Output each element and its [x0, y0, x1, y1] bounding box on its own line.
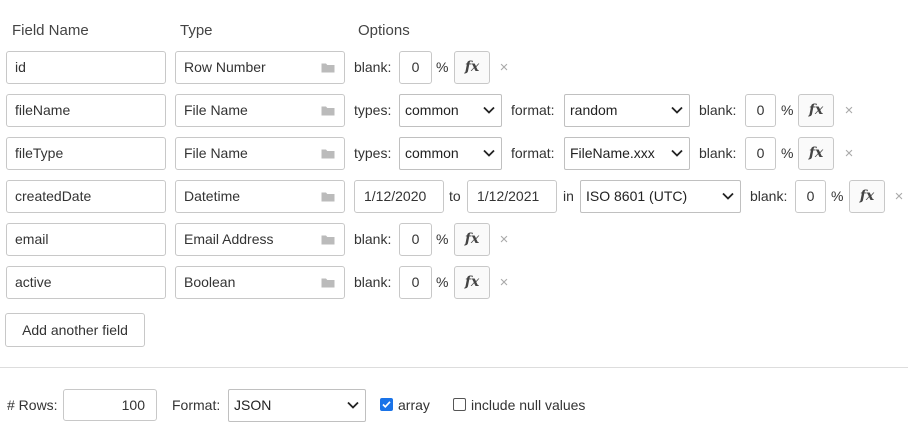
- field-row-id: id Row Number blank: 0 % fx ×: [0, 51, 908, 85]
- field-name-header: Field Name: [12, 22, 89, 39]
- remove-field-icon[interactable]: ×: [843, 137, 855, 170]
- field-type-selector[interactable]: Datetime: [175, 180, 345, 213]
- include-null-checkbox[interactable]: [453, 398, 466, 411]
- field-row-active: active Boolean blank: 0 % fx ×: [0, 266, 908, 300]
- field-type-selector[interactable]: Email Address: [175, 223, 345, 256]
- field-type-selector[interactable]: Row Number: [175, 51, 345, 84]
- chevron-down-icon: [671, 106, 683, 114]
- blank-percent-input[interactable]: 0: [399, 266, 432, 299]
- blank-percent-input[interactable]: 0: [795, 180, 826, 213]
- formula-button[interactable]: fx: [454, 223, 490, 256]
- output-format-select[interactable]: JSON: [228, 389, 366, 422]
- blank-label: blank:: [750, 188, 788, 204]
- types-select[interactable]: common: [399, 94, 502, 127]
- field-type-label: Row Number: [184, 59, 266, 75]
- folder-icon: [321, 149, 335, 159]
- date-format-select[interactable]: ISO 8601 (UTC): [580, 180, 741, 213]
- types-label: types:: [354, 102, 392, 118]
- remove-field-icon[interactable]: ×: [893, 180, 905, 213]
- folder-icon: [321, 106, 335, 116]
- folder-icon: [321, 192, 335, 202]
- checkmark-icon: [382, 401, 391, 409]
- formula-button[interactable]: fx: [454, 51, 490, 84]
- date-format-in-label: in: [563, 188, 574, 204]
- blank-percent-input[interactable]: 0: [745, 94, 776, 127]
- remove-field-icon[interactable]: ×: [843, 94, 855, 127]
- array-checkbox[interactable]: [380, 398, 393, 411]
- chevron-down-icon: [483, 149, 495, 157]
- remove-field-icon[interactable]: ×: [498, 223, 510, 256]
- blank-percent-input[interactable]: 0: [399, 51, 432, 84]
- field-type-selector[interactable]: File Name: [175, 137, 345, 170]
- field-name-input[interactable]: id: [6, 51, 166, 84]
- field-type-selector[interactable]: Boolean: [175, 266, 345, 299]
- date-to-label: to: [449, 188, 461, 204]
- types-label: types:: [354, 145, 392, 161]
- add-field-button[interactable]: Add another field: [5, 313, 145, 347]
- field-name-input[interactable]: fileName: [6, 94, 166, 127]
- date-to-input[interactable]: 1/12/2021: [467, 180, 557, 213]
- formula-button[interactable]: fx: [798, 94, 834, 127]
- percent-sign: %: [831, 188, 844, 204]
- field-row-filetype: fileType File Name types: common format:…: [0, 137, 908, 171]
- chevron-down-icon: [347, 401, 359, 409]
- array-label: array: [398, 397, 430, 413]
- format-label: Format:: [172, 397, 221, 413]
- percent-sign: %: [781, 145, 794, 161]
- blank-label: blank:: [354, 59, 392, 75]
- types-select-value: common: [405, 102, 459, 118]
- format-select-value: FileName.xxx: [570, 145, 655, 161]
- field-name-input[interactable]: email: [6, 223, 166, 256]
- types-select-value: common: [405, 145, 459, 161]
- field-type-label: Datetime: [184, 188, 241, 204]
- percent-sign: %: [436, 231, 449, 247]
- blank-percent-input[interactable]: 0: [745, 137, 776, 170]
- field-row-filename: fileName File Name types: common format:…: [0, 94, 908, 128]
- field-name-input[interactable]: fileType: [6, 137, 166, 170]
- type-header: Type: [180, 22, 213, 39]
- field-type-label: Boolean: [184, 274, 236, 290]
- formula-button[interactable]: fx: [849, 180, 885, 213]
- rows-label: # Rows:: [7, 397, 58, 413]
- percent-sign: %: [436, 274, 449, 290]
- field-type-label: Email Address: [184, 231, 274, 247]
- date-from-input[interactable]: 1/12/2020: [354, 180, 444, 213]
- output-format-value: JSON: [234, 397, 272, 413]
- blank-label: blank:: [699, 102, 737, 118]
- rows-count-input[interactable]: 100: [63, 389, 157, 421]
- format-select[interactable]: random: [564, 94, 690, 127]
- chevron-down-icon: [671, 149, 683, 157]
- section-divider: [0, 367, 908, 368]
- field-row-email: email Email Address blank: 0 % fx ×: [0, 223, 908, 257]
- formula-button[interactable]: fx: [454, 266, 490, 299]
- percent-sign: %: [436, 59, 449, 75]
- format-select-value: random: [570, 102, 618, 118]
- format-label: format:: [511, 102, 555, 118]
- folder-icon: [321, 235, 335, 245]
- remove-field-icon[interactable]: ×: [498, 266, 510, 299]
- field-type-label: File Name: [184, 145, 248, 161]
- field-name-input[interactable]: createdDate: [6, 180, 166, 213]
- blank-label: blank:: [354, 231, 392, 247]
- chevron-down-icon: [722, 192, 734, 200]
- blank-label: blank:: [699, 145, 737, 161]
- date-format-select-value: ISO 8601 (UTC): [586, 188, 688, 204]
- field-row-createddate: createdDate Datetime 1/12/2020 to 1/12/2…: [0, 180, 908, 214]
- formula-button[interactable]: fx: [798, 137, 834, 170]
- remove-field-icon[interactable]: ×: [498, 51, 510, 84]
- format-label: format:: [511, 145, 555, 161]
- folder-icon: [321, 63, 335, 73]
- percent-sign: %: [781, 102, 794, 118]
- field-type-label: File Name: [184, 102, 248, 118]
- chevron-down-icon: [483, 106, 495, 114]
- include-null-label: include null values: [471, 397, 586, 413]
- types-select[interactable]: common: [399, 137, 502, 170]
- field-name-input[interactable]: active: [6, 266, 166, 299]
- blank-percent-input[interactable]: 0: [399, 223, 432, 256]
- field-type-selector[interactable]: File Name: [175, 94, 345, 127]
- format-select[interactable]: FileName.xxx: [564, 137, 690, 170]
- options-header: Options: [358, 22, 410, 39]
- blank-label: blank:: [354, 274, 392, 290]
- folder-icon: [321, 278, 335, 288]
